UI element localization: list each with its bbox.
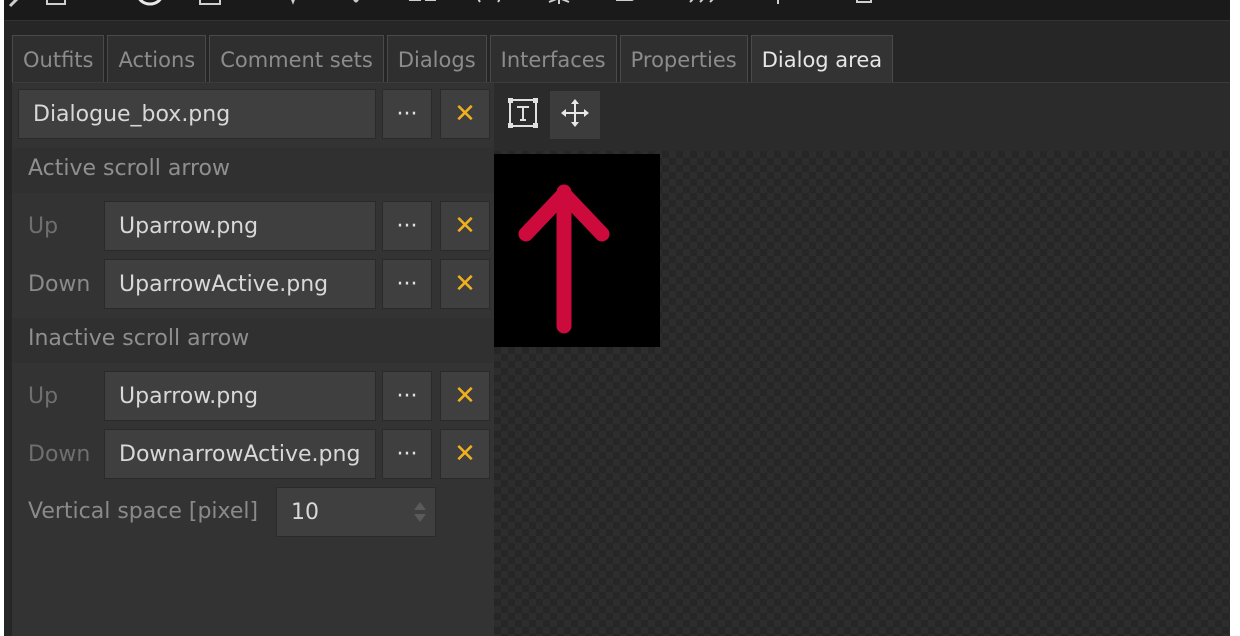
canvas-toolbar bbox=[494, 83, 1230, 151]
tab-interfaces[interactable]: Interfaces bbox=[489, 35, 617, 83]
image-icon[interactable] bbox=[196, 0, 224, 8]
dialog-area-canvas[interactable] bbox=[494, 151, 1230, 636]
active-scroll-arrow-heading: Active scroll arrow bbox=[28, 156, 230, 181]
square-icon[interactable] bbox=[42, 0, 70, 8]
browse-dialog-image-button[interactable]: ··· bbox=[382, 89, 432, 139]
active-down-field[interactable]: UparrowActive.png bbox=[104, 259, 376, 309]
clear-dialog-image-button[interactable]: ✕ bbox=[440, 89, 490, 139]
browse-active-down-button[interactable]: ··· bbox=[382, 259, 432, 309]
active-down-label: Down bbox=[28, 272, 91, 297]
dialog-image-field[interactable]: Dialogue_box.png bbox=[18, 89, 376, 139]
lock-icon[interactable] bbox=[850, 0, 878, 8]
browse-inactive-up-button[interactable]: ··· bbox=[382, 371, 432, 421]
tab-bar: Outfits Actions Comment sets Dialogs Int… bbox=[12, 33, 1230, 83]
move-tool-button[interactable] bbox=[550, 91, 600, 139]
clear-inactive-down-button[interactable]: ✕ bbox=[440, 429, 490, 479]
inactive-scroll-arrow-heading: Inactive scroll arrow bbox=[28, 326, 250, 351]
browse-active-up-button[interactable]: ··· bbox=[382, 201, 432, 251]
active-up-label: Up bbox=[28, 214, 59, 239]
tab-comment-sets[interactable]: Comment sets bbox=[209, 35, 384, 83]
network-icon[interactable] bbox=[408, 0, 436, 8]
burst-icon[interactable] bbox=[544, 0, 572, 8]
tab-properties[interactable]: Properties bbox=[619, 35, 748, 83]
tab-dialogs[interactable]: Dialogs bbox=[386, 35, 487, 83]
chat-icon[interactable] bbox=[612, 0, 640, 8]
move-tool-icon bbox=[560, 98, 590, 132]
inactive-up-field[interactable]: Uparrow.png bbox=[104, 371, 376, 421]
active-scroll-arrow-section: Active scroll arrow bbox=[12, 148, 494, 193]
eyedropper-icon[interactable] bbox=[4, 0, 32, 8]
clear-active-down-button[interactable]: ✕ bbox=[440, 259, 490, 309]
app-window: Outfits Actions Comment sets Dialogs Int… bbox=[4, 0, 1230, 636]
tab-dialog-area[interactable]: Dialog area bbox=[750, 35, 894, 83]
dialog-area-properties-panel: Dialogue_box.png ··· ✕ Active scroll arr… bbox=[12, 83, 494, 636]
top-toolbar bbox=[4, 0, 1230, 21]
tab-outfits[interactable]: Outfits bbox=[12, 35, 105, 83]
scissors-icon[interactable] bbox=[342, 0, 370, 8]
brackets-icon[interactable] bbox=[474, 0, 502, 8]
inactive-up-label: Up bbox=[28, 384, 59, 409]
up-arrow-icon bbox=[518, 184, 610, 334]
spin-arrows-icon[interactable] bbox=[413, 500, 427, 524]
inactive-down-label: Down bbox=[28, 442, 91, 467]
tab-actions[interactable]: Actions bbox=[107, 35, 207, 83]
vertical-space-value: 10 bbox=[291, 499, 319, 525]
fast-forward-icon[interactable] bbox=[686, 0, 714, 8]
text-tool-icon bbox=[507, 97, 539, 133]
vertical-space-spinbox[interactable]: 10 bbox=[276, 487, 436, 537]
vertical-space-label: Vertical space [pixel] bbox=[28, 499, 259, 524]
browse-inactive-down-button[interactable]: ··· bbox=[382, 429, 432, 479]
circle-icon[interactable] bbox=[136, 0, 164, 8]
pin-icon[interactable] bbox=[279, 0, 307, 8]
inactive-down-field[interactable]: DownarrowActive.png bbox=[104, 429, 376, 479]
inactive-scroll-arrow-section: Inactive scroll arrow bbox=[12, 318, 494, 363]
clear-inactive-up-button[interactable]: ✕ bbox=[440, 371, 490, 421]
text-tool-button[interactable] bbox=[498, 91, 548, 139]
plus-icon[interactable] bbox=[764, 0, 792, 8]
clear-active-up-button[interactable]: ✕ bbox=[440, 201, 490, 251]
active-up-field[interactable]: Uparrow.png bbox=[104, 201, 376, 251]
scroll-arrow-preview[interactable] bbox=[494, 154, 660, 347]
